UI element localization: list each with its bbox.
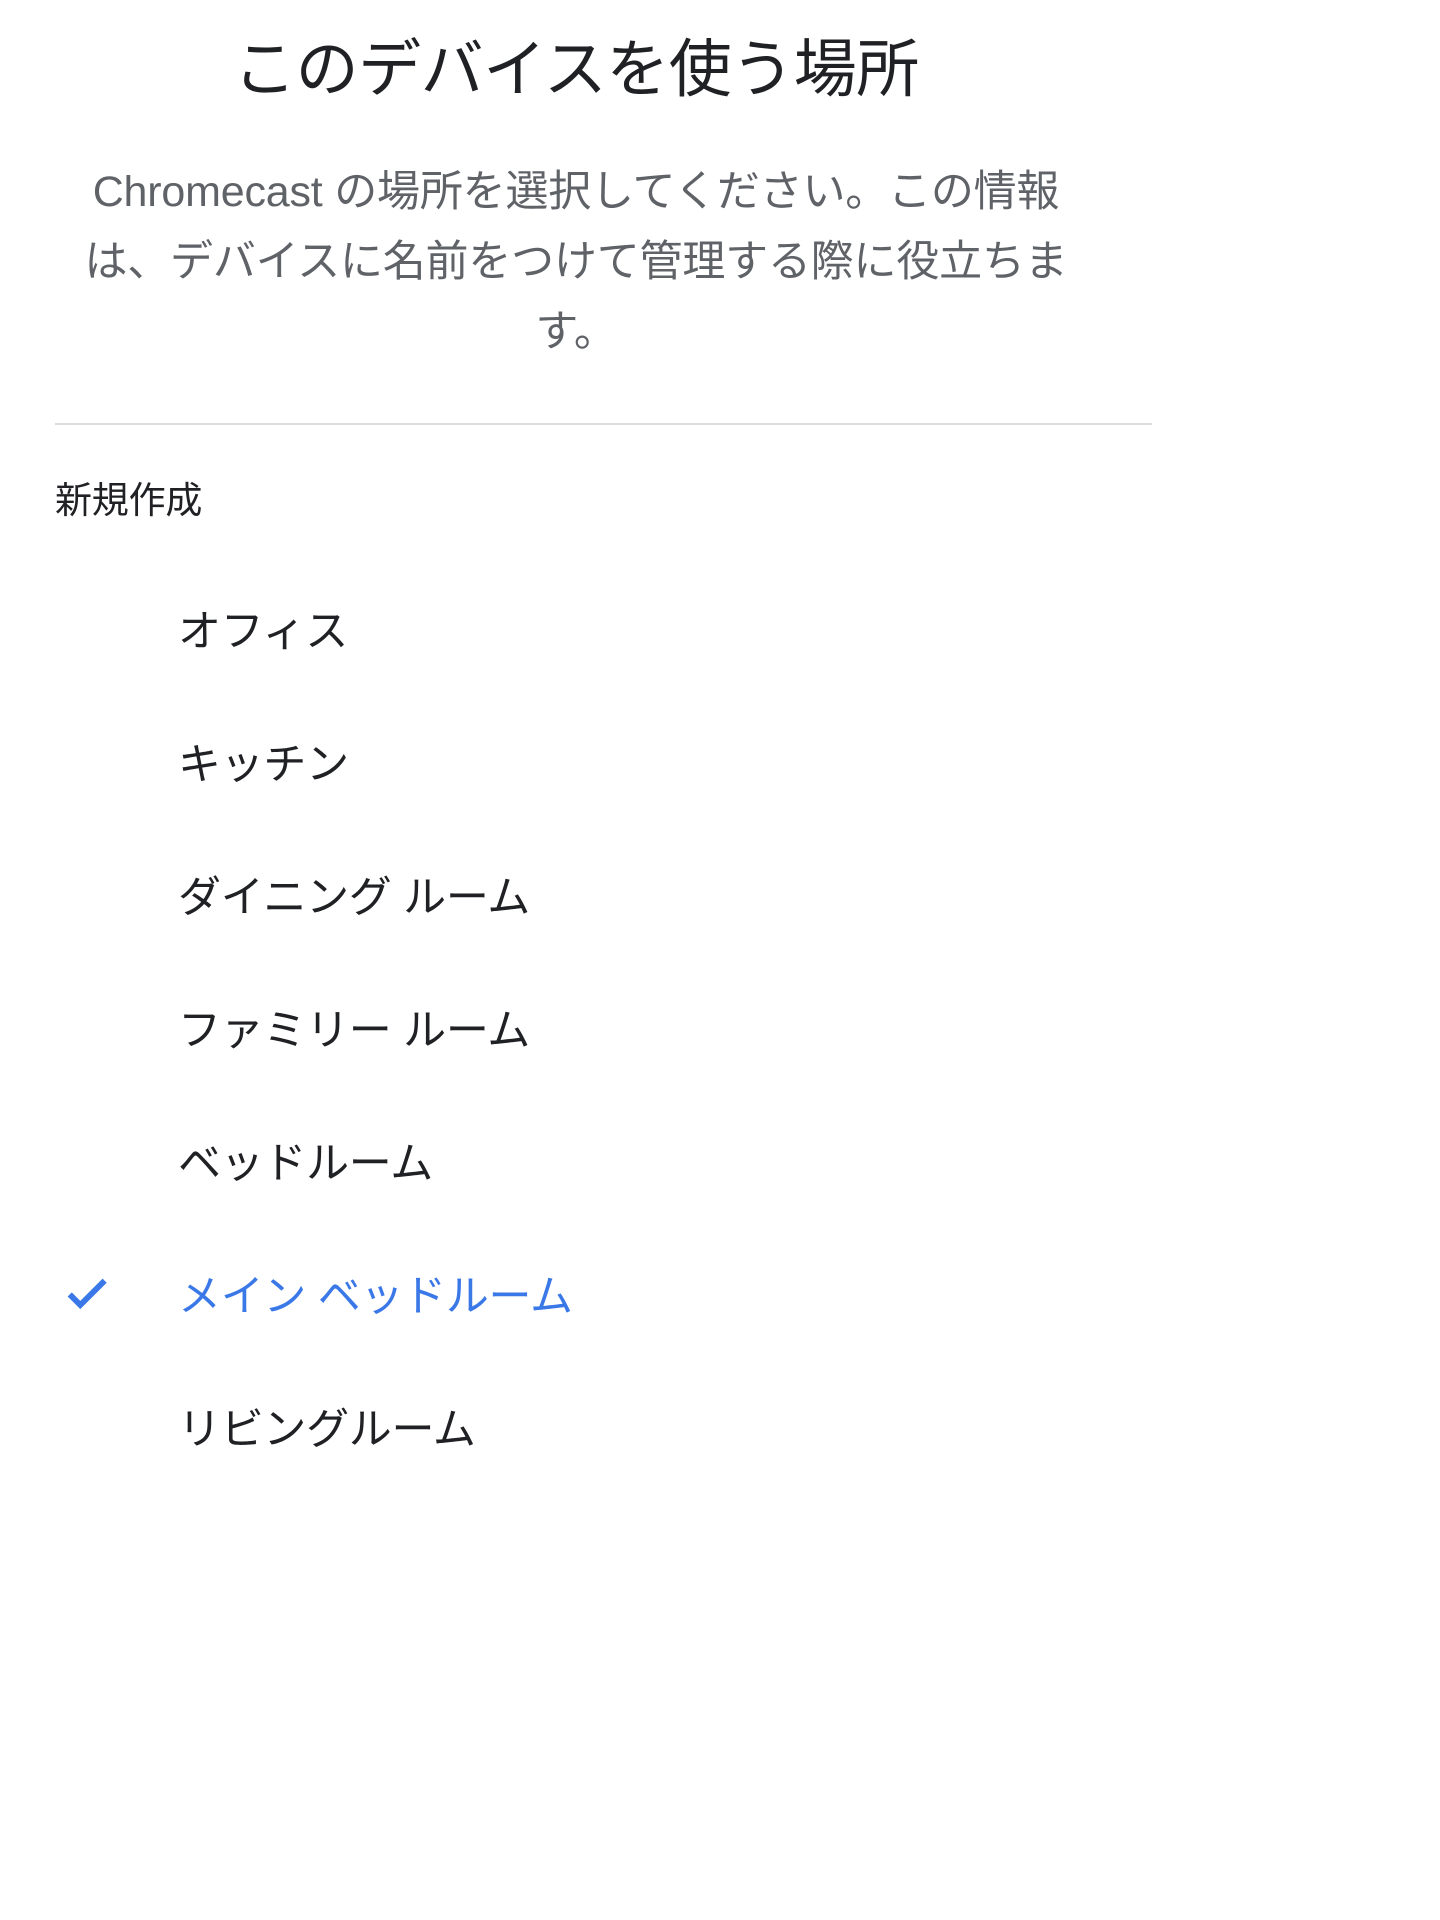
- room-list-item[interactable]: オフィス: [0, 566, 1152, 699]
- room-list-item[interactable]: キッチン: [0, 699, 1152, 832]
- device-location-screen: このデバイスを使う場所 Chromecast の場所を選択してください。この情報…: [0, 0, 1152, 1920]
- page-description: Chromecast の場所を選択してください。この情報は、デバイスに名前をつけ…: [84, 168, 1068, 356]
- check-icon: [55, 1264, 178, 1330]
- room-label: オフィス: [178, 607, 348, 656]
- room-list: オフィスキッチンダイニング ルーム ファミリー ルーム ベッドルームメイン ベッドル…: [0, 524, 1152, 1497]
- room-list-item[interactable]: ダイニング ルーム: [0, 832, 1152, 965]
- room-label: メイン ベッドルーム: [178, 1272, 573, 1321]
- room-label: ファミリー ルーム: [178, 1006, 530, 1055]
- header-divider-wrap: [0, 367, 1152, 426]
- room-label: ベッドルーム: [178, 1139, 433, 1188]
- room-list-item[interactable]: リビングルーム: [0, 1364, 1152, 1497]
- room-list-item[interactable]: メイン ベッドルーム: [0, 1231, 1152, 1364]
- section-label-create-new: 新規作成: [55, 480, 203, 522]
- screen-header: このデバイスを使う場所 Chromecast の場所を選択してください。この情報…: [0, 0, 1152, 367]
- room-list-item[interactable]: ファミリー ルーム: [0, 965, 1152, 1098]
- room-label: ダイニング ルーム: [178, 873, 530, 922]
- page-title: このデバイスを使う場所: [233, 35, 919, 105]
- room-list-item[interactable]: ベッドルーム: [0, 1098, 1152, 1231]
- room-label: キッチン: [178, 740, 349, 789]
- room-label: リビングルーム: [178, 1405, 476, 1454]
